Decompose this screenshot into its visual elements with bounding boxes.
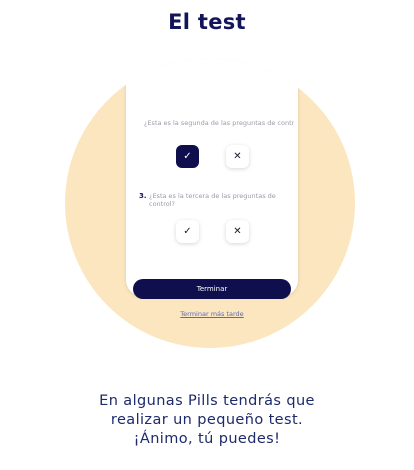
caption-line-3: ¡Ánimo, tú puedes! [133, 431, 281, 447]
question-3-no-button[interactable]: ✕ [226, 220, 249, 243]
illustration-circle: ¿Esta es la segunda de las preguntas de … [65, 58, 355, 348]
check-icon: ✓ [183, 151, 192, 162]
question-2-no-button[interactable]: ✕ [226, 145, 249, 168]
page-title: El test [168, 10, 246, 34]
question-3-number: 3. [139, 192, 147, 200]
close-icon: ✕ [233, 151, 242, 162]
finish-button[interactable]: Terminar [133, 279, 291, 299]
caption-line-1: En algunas Pills tendrás que [99, 393, 315, 409]
finish-later-link[interactable]: Terminar más tarde [126, 310, 298, 318]
question-3-yes-button[interactable]: ✓ [176, 220, 199, 243]
question-2-text: ¿Esta es la segunda de las preguntas de … [144, 119, 294, 127]
phone-mockup: ¿Esta es la segunda de las preguntas de … [126, 58, 298, 318]
question-3-text: ¿Esta es la tercera de las preguntas de … [149, 192, 276, 208]
close-icon: ✕ [233, 226, 242, 237]
question-2-yes-button[interactable]: ✓ [176, 145, 199, 168]
caption: En algunas Pills tendrás que realizar un… [0, 392, 414, 449]
page: El test ¿Esta es la segunda de las pregu… [0, 0, 414, 470]
caption-line-2: realizar un pequeño test. [110, 412, 304, 428]
check-icon: ✓ [183, 226, 192, 237]
